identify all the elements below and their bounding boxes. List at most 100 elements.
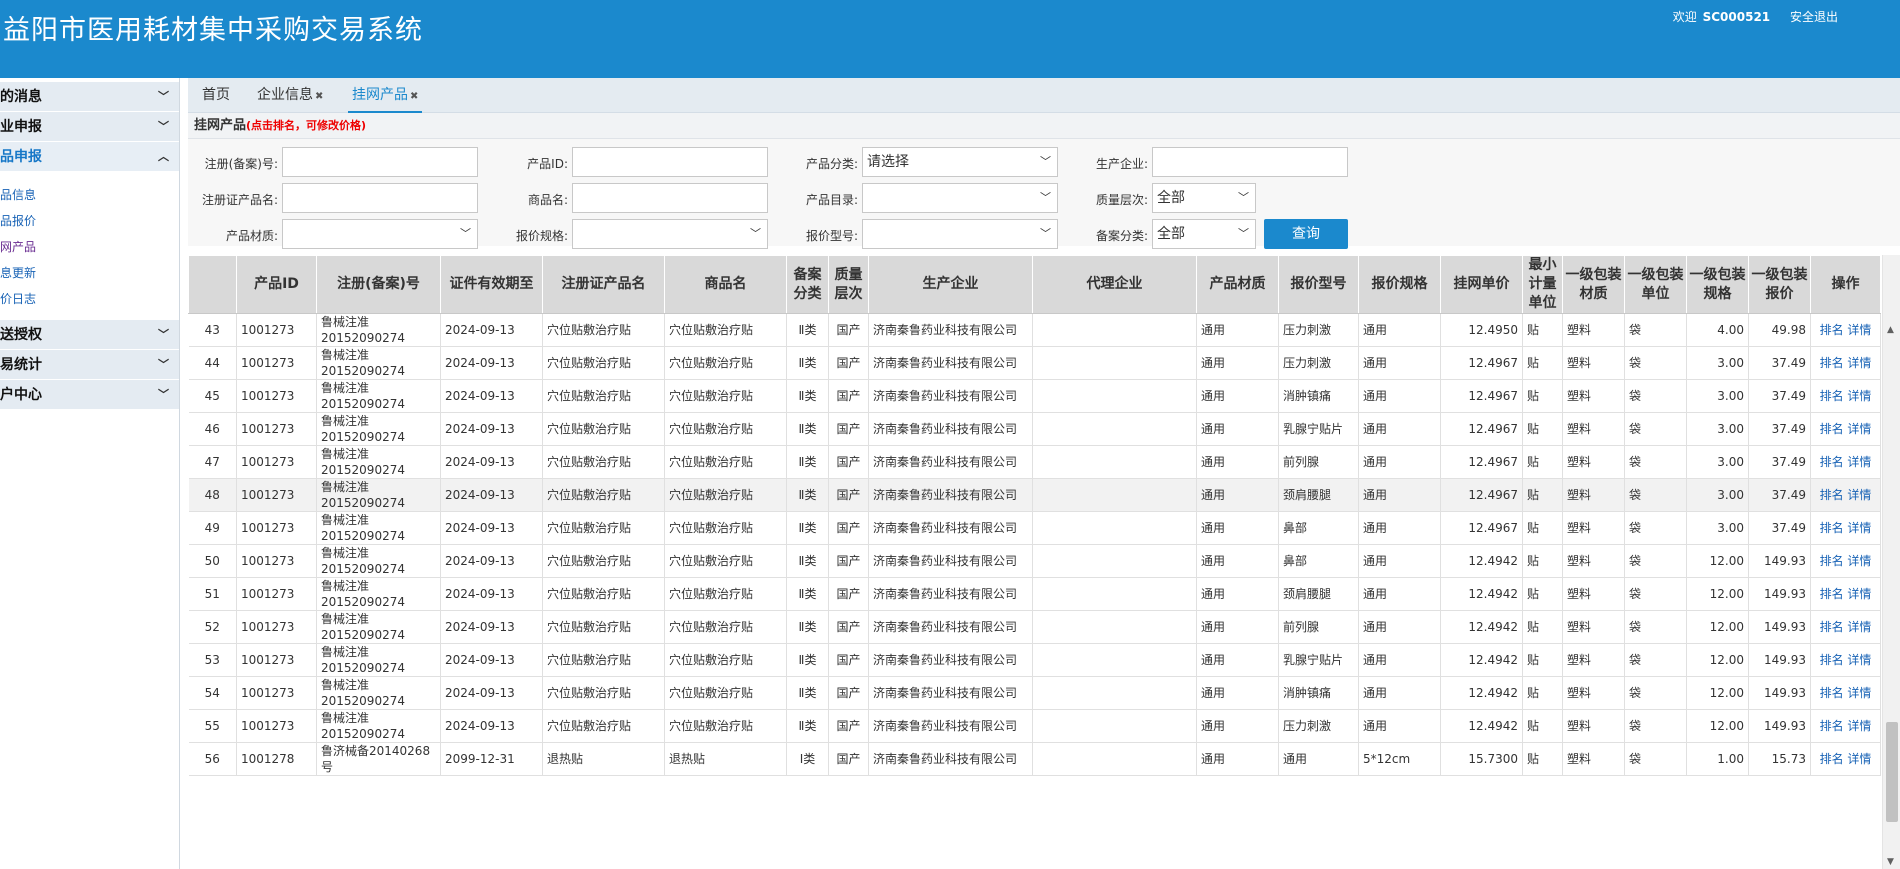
cell-pack-unit: 袋 (1624, 412, 1687, 446)
sidebar-item-product-info[interactable]: 品信息 (0, 182, 179, 208)
cell-valid-until: 2024-09-13 (440, 643, 543, 677)
col-header-reg-name[interactable]: 注册证产品名 (542, 255, 665, 314)
col-header-reg-no[interactable]: 注册(备案)号 (316, 255, 441, 314)
col-header-min-unit[interactable]: 最小计量单位 (1522, 255, 1563, 314)
detail-link[interactable]: 详情 (1847, 554, 1871, 568)
scrollbar-thumb[interactable] (1886, 722, 1898, 822)
cell-trade-name: 穴位贴敷治疗贴 (664, 346, 787, 380)
chevron-down-icon: ﹀ (158, 358, 169, 371)
cell-price: 15.7300 (1440, 742, 1523, 776)
cell-actions: 排名 详情 (1810, 610, 1881, 644)
cell-pack-price: 149.93 (1748, 643, 1811, 677)
table-scrollbar[interactable]: ▲ ▼ (1882, 255, 1900, 869)
sidebar-item-listed-products[interactable]: 网产品 (0, 234, 179, 260)
rank-link[interactable]: 排名 (1820, 389, 1844, 403)
col-header-material[interactable]: 产品材质 (1196, 255, 1279, 314)
rank-link[interactable]: 排名 (1820, 422, 1844, 436)
col-header-record-class[interactable]: 备案分类 (786, 255, 829, 314)
rank-link[interactable]: 排名 (1820, 752, 1844, 766)
row-index: 44 (188, 346, 237, 380)
cell-pack-spec: 1.00 (1686, 742, 1749, 776)
sidebar-section-product[interactable]: 品申报 ︿ (0, 142, 179, 172)
rank-link[interactable]: 排名 (1820, 587, 1844, 601)
detail-link[interactable]: 详情 (1847, 389, 1871, 403)
scroll-up-icon[interactable]: ▲ (1887, 325, 1894, 335)
close-icon[interactable]: ✖ (410, 91, 418, 102)
detail-link[interactable]: 详情 (1847, 587, 1871, 601)
record-select[interactable]: 全部 ﹀ (1152, 219, 1256, 249)
table-row: 55 1001273 鲁械注准20152090274 2024-09-13 穴位贴敷治疗… (188, 709, 1881, 743)
product-id-input[interactable] (572, 147, 768, 177)
col-header-pack-spec[interactable]: 一级包装规格 (1686, 255, 1749, 314)
col-header-price[interactable]: 挂网单价 (1440, 255, 1523, 314)
query-button[interactable]: 查询 (1264, 219, 1348, 249)
logout-link[interactable]: 安全退出 (1790, 10, 1838, 24)
cell-min-unit: 贴 (1522, 577, 1563, 611)
detail-link[interactable]: 详情 (1847, 752, 1871, 766)
sidebar-section-stats[interactable]: 易统计 ﹀ (0, 350, 179, 380)
spec-select[interactable]: ﹀ (572, 219, 768, 249)
rank-link[interactable]: 排名 (1820, 356, 1844, 370)
col-header-pack-unit[interactable]: 一级包装单位 (1624, 255, 1687, 314)
cell-quality: 国产 (828, 379, 869, 413)
category-select[interactable]: 请选择 ﹀ (862, 147, 1058, 177)
detail-link[interactable]: 详情 (1847, 521, 1871, 535)
detail-link[interactable]: 详情 (1847, 620, 1871, 634)
catalog-select[interactable]: ﹀ (862, 183, 1058, 213)
cell-model: 乳腺宁贴片 (1278, 643, 1359, 677)
detail-link[interactable]: 详情 (1847, 455, 1871, 469)
rank-link[interactable]: 排名 (1820, 554, 1844, 568)
rank-link[interactable]: 排名 (1820, 521, 1844, 535)
rank-link[interactable]: 排名 (1820, 455, 1844, 469)
trade-name-input[interactable] (572, 183, 768, 213)
sidebar-section-delivery[interactable]: 送授权 ﹀ (0, 320, 179, 350)
cell-record-class: Ⅱ类 (786, 709, 829, 743)
table-row: 49 1001273 鲁械注准20152090274 2024-09-13 穴位贴敷治疗… (188, 511, 1881, 545)
close-icon[interactable]: ✖ (315, 91, 323, 102)
sidebar-item-product-quote[interactable]: 品报价 (0, 208, 179, 234)
rank-link[interactable]: 排名 (1820, 653, 1844, 667)
detail-link[interactable]: 详情 (1847, 719, 1871, 733)
detail-link[interactable]: 详情 (1847, 653, 1871, 667)
quality-select[interactable]: 全部 ﹀ (1152, 183, 1256, 213)
col-header-maker[interactable]: 生产企业 (868, 255, 1033, 314)
sidebar-section-enterprise[interactable]: 业申报 ﹀ (0, 112, 179, 142)
tab-enterprise-info[interactable]: 企业信息 ✖ (257, 78, 323, 113)
cell-product-id: 1001273 (236, 676, 317, 710)
detail-link[interactable]: 详情 (1847, 422, 1871, 436)
col-header-pack-material[interactable]: 一级包装材质 (1562, 255, 1625, 314)
sidebar-item-info-update[interactable]: 息更新 (0, 260, 179, 286)
scroll-down-icon[interactable]: ▼ (1887, 857, 1894, 867)
rank-link[interactable]: 排名 (1820, 719, 1844, 733)
cell-pack-material: 塑料 (1562, 445, 1625, 479)
col-header-model[interactable]: 报价型号 (1278, 255, 1359, 314)
col-header-spec[interactable]: 报价规格 (1358, 255, 1441, 314)
rank-link[interactable]: 排名 (1820, 488, 1844, 502)
rank-link[interactable]: 排名 (1820, 686, 1844, 700)
rank-link[interactable]: 排名 (1820, 620, 1844, 634)
sidebar-section-user-center[interactable]: 户中心 ﹀ (0, 380, 179, 410)
col-header-quality[interactable]: 质量层次 (828, 255, 869, 314)
rank-link[interactable]: 排名 (1820, 323, 1844, 337)
detail-link[interactable]: 详情 (1847, 323, 1871, 337)
cell-quality: 国产 (828, 478, 869, 512)
cell-reg-name: 穴位贴敷治疗贴 (542, 511, 665, 545)
col-header-valid-until[interactable]: 证件有效期至 (440, 255, 543, 314)
col-header-agent[interactable]: 代理企业 (1032, 255, 1197, 314)
cell-pack-price: 149.93 (1748, 577, 1811, 611)
cell-pack-spec: 3.00 (1686, 511, 1749, 545)
detail-link[interactable]: 详情 (1847, 356, 1871, 370)
col-header-pack-price[interactable]: 一级包装报价 (1748, 255, 1811, 314)
tab-home[interactable]: 首页 (202, 78, 230, 113)
tab-listed-products[interactable]: 挂网产品 ✖ (348, 78, 423, 113)
detail-link[interactable]: 详情 (1847, 686, 1871, 700)
col-header-product-id[interactable]: 产品ID (236, 255, 317, 314)
col-header-trade-name[interactable]: 商品名 (664, 255, 787, 314)
sidebar-item-price-log[interactable]: 价日志 (0, 286, 179, 312)
model-select[interactable]: ﹀ (862, 219, 1058, 249)
detail-link[interactable]: 详情 (1847, 488, 1871, 502)
cell-pack-material: 塑料 (1562, 478, 1625, 512)
sidebar-section-messages[interactable]: 的消息 ﹀ (0, 82, 179, 112)
maker-input[interactable] (1152, 147, 1348, 177)
cell-maker: 济南秦鲁药业科技有限公司 (868, 346, 1033, 380)
